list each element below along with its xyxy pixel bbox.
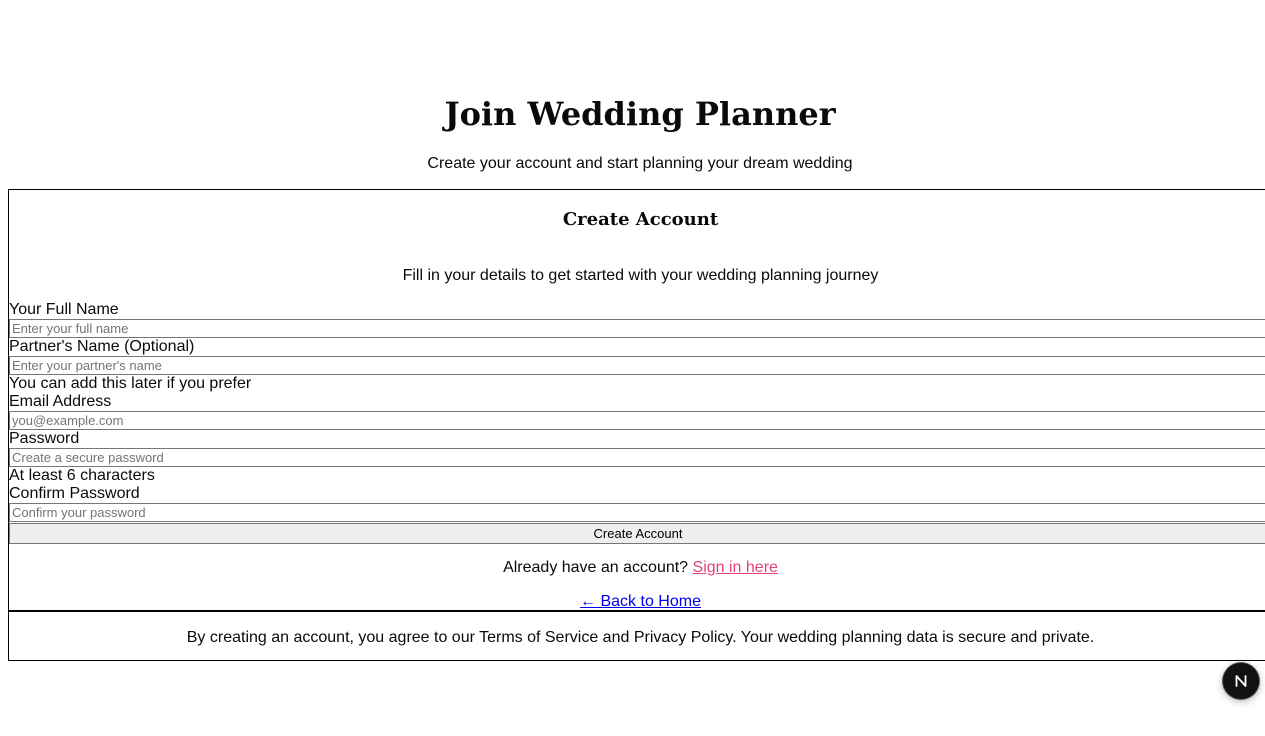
password-input[interactable] <box>9 448 1265 467</box>
signin-prompt-row: Already have an account? Sign in here <box>9 558 1265 578</box>
back-link-row: ← Back to Home <box>9 592 1265 612</box>
back-to-home-link[interactable]: ← Back to Home <box>580 593 701 610</box>
partner-name-label: Partner's Name (Optional) <box>9 338 195 355</box>
next-n-icon <box>1235 675 1247 687</box>
partner-name-hint: You can add this later if you prefer <box>9 375 252 392</box>
card-footer: By creating an account, you agree to our… <box>9 610 1265 661</box>
partner-name-input[interactable] <box>9 356 1265 375</box>
signup-form: Your Full Name Partner's Name (Optional)… <box>9 301 1265 544</box>
card-title: Create Account <box>562 209 719 230</box>
signup-page: Join Wedding Planner Create your account… <box>0 0 1265 736</box>
terms-notice: By creating an account, you agree to our… <box>186 629 1095 646</box>
password-hint: At least 6 characters <box>9 467 155 484</box>
sign-in-link[interactable]: Sign in here <box>693 559 778 576</box>
page-subtitle: Create your account and start planning y… <box>427 155 853 172</box>
email-input[interactable] <box>9 411 1265 430</box>
create-account-button[interactable]: Create Account <box>9 523 1265 544</box>
full-name-label: Your Full Name <box>9 301 119 318</box>
card-description: Fill in your details to get started with… <box>402 267 879 284</box>
signup-card: Create Account Fill in your details to g… <box>8 189 1265 661</box>
next-dev-badge[interactable] <box>1223 663 1259 699</box>
page-title: Join Wedding Planner <box>444 95 836 133</box>
password-label: Password <box>9 430 80 447</box>
signin-prompt-text: Already have an account? <box>503 559 689 576</box>
full-name-input[interactable] <box>9 319 1265 338</box>
confirm-password-input[interactable] <box>9 503 1265 522</box>
email-label: Email Address <box>9 393 112 410</box>
confirm-password-label: Confirm Password <box>9 485 140 502</box>
